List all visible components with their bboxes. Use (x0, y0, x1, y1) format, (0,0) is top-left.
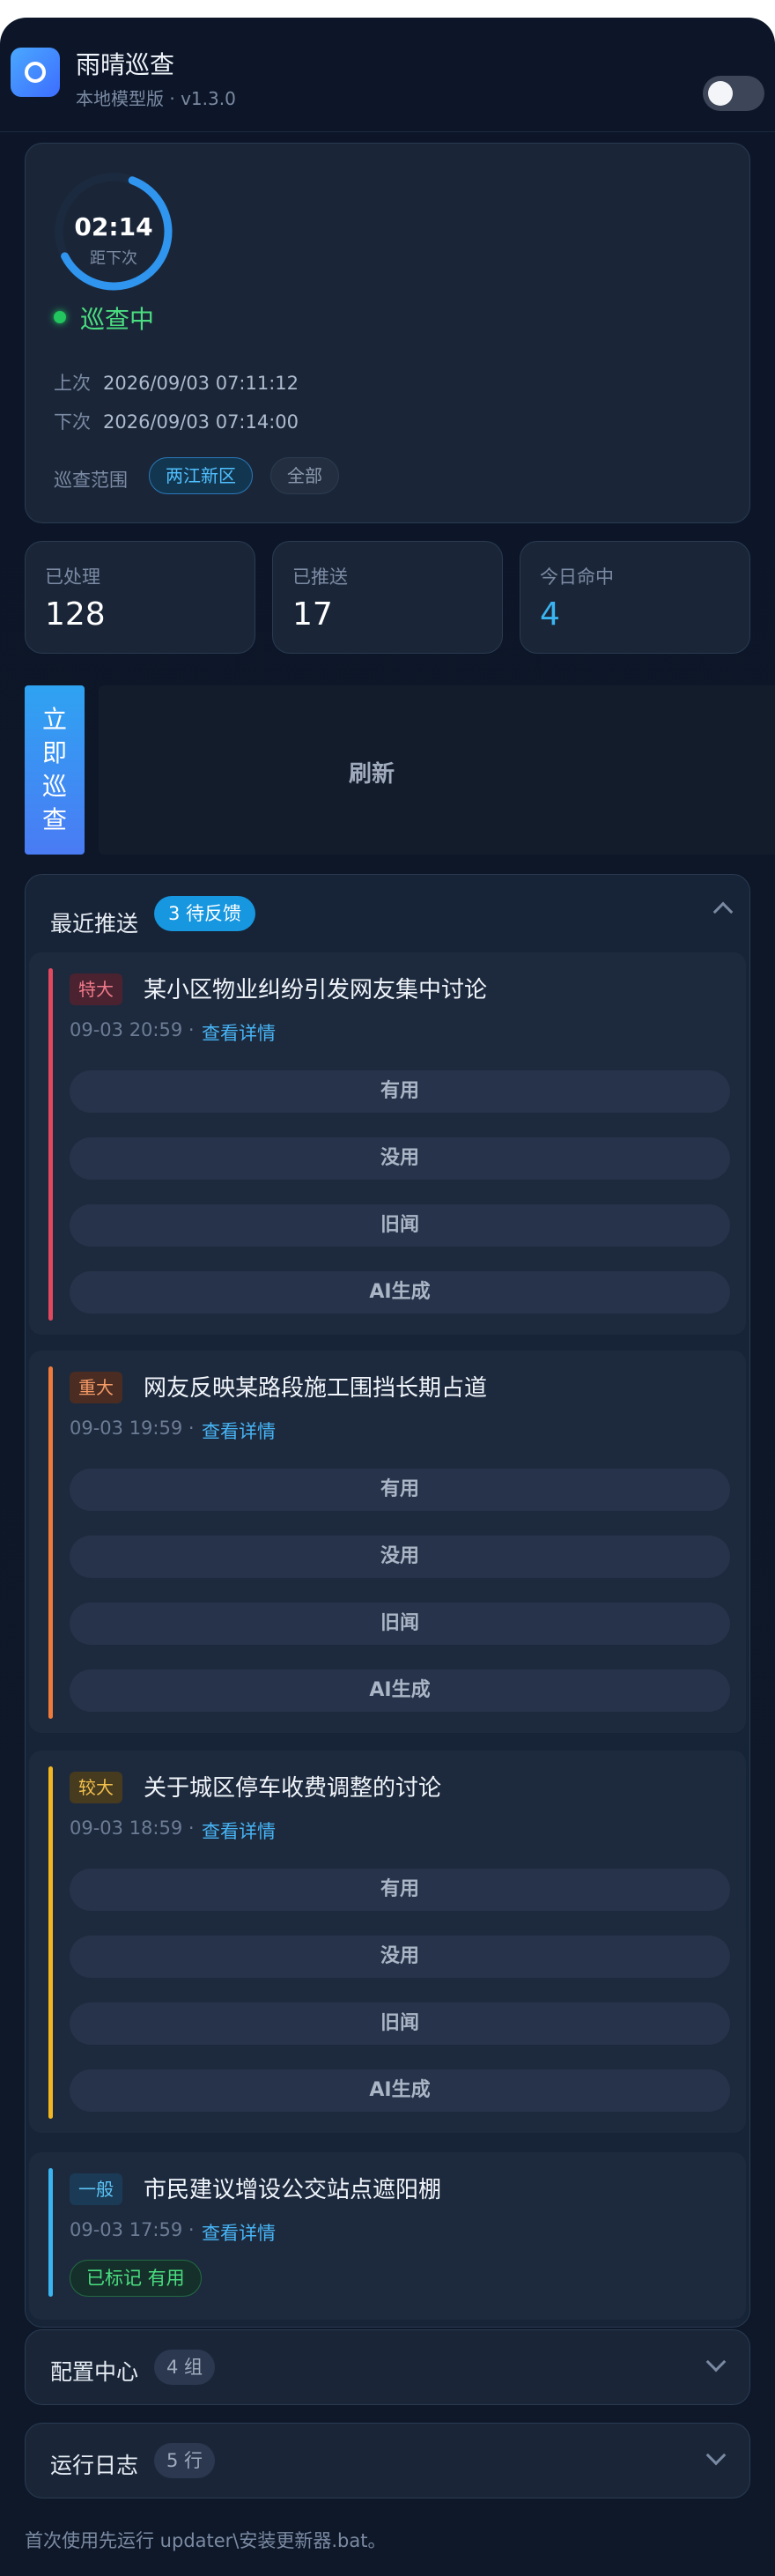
status-dot-icon (54, 311, 66, 323)
recent-push-panel: 最近推送 3 待反馈 特大 某小区物业纠纷引发网友集中讨论 09-03 20:5… (25, 874, 750, 2328)
stat-value: 17 (292, 596, 333, 633)
config-count-badge: 4 组 (154, 2350, 216, 2385)
run-log-title: 运行日志 (50, 2453, 139, 2478)
feedback-useless-button[interactable]: 没用 (70, 1936, 730, 1978)
feedback-useful-button[interactable]: 有用 (70, 1869, 730, 1911)
feedback-ai-generated-button[interactable]: AI生成 (70, 2069, 730, 2112)
chevron-down-icon (705, 2351, 727, 2372)
toggle-knob (708, 81, 733, 106)
push-item-time: 09-03 20:59 · (70, 1019, 195, 1040)
severity-badge: 较大 (70, 1772, 122, 1803)
last-run-row: 上次 2026/09/03 07:11:12 (54, 369, 299, 396)
scope-chip-liangjiang[interactable]: 两江新区 (149, 457, 253, 494)
push-item-time: 09-03 17:59 · (70, 2219, 195, 2240)
scope-chip-all[interactable]: 全部 (270, 457, 339, 494)
app-version: 本地模型版 · v1.3.0 (76, 88, 236, 109)
feedback-useless-button[interactable]: 没用 (70, 1137, 730, 1180)
severity-bar (48, 968, 53, 1321)
next-run-label: 下次 (54, 411, 91, 433)
push-item: 特大 某小区物业纠纷引发网友集中讨论 09-03 20:59 · 查看详情 有用… (29, 952, 746, 1335)
stat-label: 已处理 (45, 566, 100, 588)
countdown-label: 距下次 (90, 249, 137, 268)
push-item-time: 09-03 18:59 · (70, 1817, 195, 1839)
chevron-up-icon[interactable] (712, 901, 734, 922)
push-item: 较大 关于城区停车收费调整的讨论 09-03 18:59 · 查看详情 有用 没… (29, 1751, 746, 2133)
log-count-badge: 5 行 (154, 2443, 216, 2478)
feedback-useful-button[interactable]: 有用 (70, 1469, 730, 1511)
push-item: 重大 网友反映某路段施工围挡长期占道 09-03 19:59 · 查看详情 有用… (29, 1351, 746, 1733)
feedback-useful-button[interactable]: 有用 (70, 1070, 730, 1113)
stat-pushed: 已推送 17 (272, 541, 503, 654)
footer-hint: 首次使用先运行 updater\安装更新器.bat。 (25, 2530, 387, 2551)
scope-label: 巡查范围 (54, 470, 128, 491)
severity-bar (48, 1766, 53, 2119)
refresh-button[interactable]: 刷新 (99, 685, 775, 855)
last-run-label: 上次 (54, 373, 91, 394)
stat-value: 128 (45, 596, 106, 633)
app-window: 雨晴巡查 本地模型版 · v1.3.0 02:14 距下次 巡查中 上次 2026… (0, 18, 775, 2576)
push-item-time: 09-03 19:59 · (70, 1418, 195, 1439)
push-item-title: 某小区物业纠纷引发网友集中讨论 (144, 977, 488, 1003)
run-log-section[interactable]: 运行日志 5 行 (25, 2423, 750, 2498)
push-item-title: 市民建议增设公交站点遮阳棚 (144, 2177, 442, 2203)
pending-feedback-badge: 3 待反馈 (154, 896, 256, 931)
next-run-time: 2026/09/03 07:14:00 (103, 411, 299, 433)
feedback-ai-generated-button[interactable]: AI生成 (70, 1271, 730, 1314)
push-item-title: 网友反映某路段施工围挡长期占道 (144, 1375, 488, 1402)
status-text: 巡查中 (80, 305, 155, 334)
severity-badge: 一般 (70, 2173, 122, 2205)
patrol-now-label: 立 即 巡 查 (41, 705, 67, 834)
chevron-down-icon (705, 2445, 727, 2466)
panel-title: 最近推送 (50, 911, 139, 936)
stat-label: 今日命中 (540, 566, 614, 588)
status-card: 02:14 距下次 巡查中 上次 2026/09/03 07:11:12 下次 20… (25, 143, 750, 523)
severity-badge: 重大 (70, 1372, 122, 1403)
stat-processed: 已处理 128 (25, 541, 255, 654)
countdown-timer: 02:14 (74, 212, 153, 241)
refresh-label: 刷新 (348, 761, 395, 788)
feedback-useless-button[interactable]: 没用 (70, 1536, 730, 1578)
patrol-now-button[interactable]: 立 即 巡 查 (25, 685, 85, 855)
view-details-link[interactable]: 查看详情 (202, 2219, 276, 2246)
app-logo-icon (11, 48, 60, 97)
feedback-old-news-button[interactable]: 旧闻 (70, 2002, 730, 2045)
last-run-time: 2026/09/03 07:11:12 (103, 373, 299, 394)
severity-badge: 特大 (70, 973, 122, 1005)
stat-value: 4 (540, 596, 560, 633)
push-item-title: 关于城区停车收费调整的讨论 (144, 1775, 442, 1802)
severity-bar (48, 1366, 53, 1719)
view-details-link[interactable]: 查看详情 (202, 1418, 276, 1444)
stat-label: 已推送 (292, 566, 348, 588)
severity-bar (48, 2168, 53, 2297)
push-item: 一般 市民建议增设公交站点遮阳棚 09-03 17:59 · 查看详情 已标记 … (29, 2152, 746, 2320)
view-details-link[interactable]: 查看详情 (202, 1817, 276, 1844)
config-center-section[interactable]: 配置中心 4 组 (25, 2329, 750, 2405)
marked-useful-badge: 已标记 有用 (70, 2260, 202, 2297)
stat-hits-today: 今日命中 4 (520, 541, 750, 654)
app-title: 雨晴巡查 (76, 50, 175, 79)
feedback-ai-generated-button[interactable]: AI生成 (70, 1669, 730, 1712)
feedback-old-news-button[interactable]: 旧闻 (70, 1204, 730, 1247)
view-details-link[interactable]: 查看详情 (202, 1019, 276, 1046)
app-header: 雨晴巡查 本地模型版 · v1.3.0 (0, 18, 775, 132)
next-run-row: 下次 2026/09/03 07:14:00 (54, 408, 299, 434)
theme-toggle[interactable] (703, 76, 764, 111)
config-center-title: 配置中心 (50, 2359, 139, 2385)
feedback-old-news-button[interactable]: 旧闻 (70, 1603, 730, 1645)
